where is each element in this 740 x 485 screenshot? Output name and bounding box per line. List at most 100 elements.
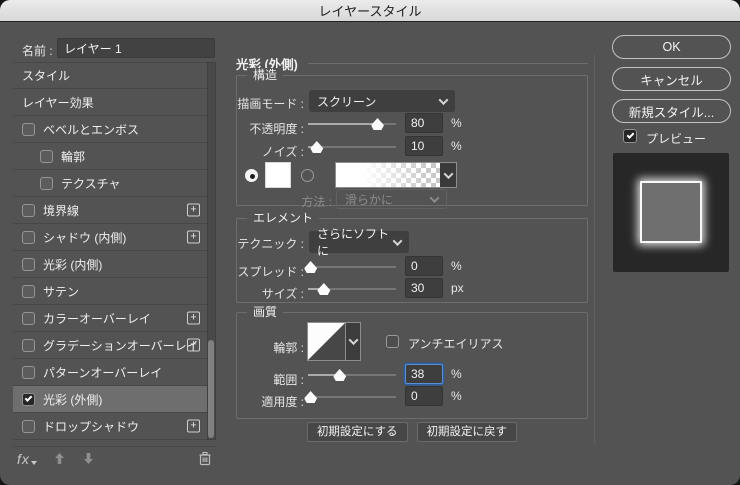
sidebar-item-3[interactable]: 輪郭 [13,143,207,170]
dialog-titlebar[interactable]: レイヤースタイル [0,0,740,22]
add-effect-instance-icon[interactable]: + [187,420,200,433]
range-slider[interactable] [308,368,396,382]
add-effect-instance-icon[interactable]: + [187,312,200,325]
size-slider[interactable] [308,282,396,296]
contour-dropdown-button[interactable] [346,322,361,361]
jitter-slider-track[interactable] [308,396,396,398]
contour-thumbnail[interactable] [307,322,346,361]
noise-slider[interactable] [308,140,396,154]
spread-slider-thumb[interactable] [304,261,317,273]
spread-slider-track[interactable] [308,266,396,268]
chevron-down-icon [348,335,358,345]
effect-checkbox[interactable] [22,339,35,352]
effect-checkbox[interactable] [22,420,35,433]
noise-slider-thumb[interactable] [310,141,323,153]
sidebar-item-12[interactable]: 光彩 (外側) [13,386,207,413]
sidebar-item-0[interactable]: スタイル [13,62,207,89]
effect-checkbox[interactable] [22,393,35,406]
effect-checkbox[interactable] [40,177,53,190]
delete-effect-button[interactable] [198,451,212,466]
opacity-input[interactable] [405,113,443,133]
effect-checkbox[interactable] [22,366,35,379]
sidebar-item-11[interactable]: パターンオーバーレイ [13,359,207,386]
reset-default-button[interactable]: 初期設定に戻す [417,422,518,442]
effects-list: スタイルレイヤー効果ベベルとエンボス輪郭テクスチャ境界線+ シャドウ (内側) + 光… [13,62,207,440]
preview-checkbox[interactable] [623,129,637,143]
trash-icon [198,451,212,466]
spread-input[interactable] [405,256,443,276]
size-unit: px [451,281,464,295]
new-style-button[interactable]: 新規スタイル... [612,99,731,123]
sidebar-item-8[interactable]: サテン [13,278,207,305]
layer-style-dialog: レイヤースタイル 名前 : スタイルレイヤー効果ベベルとエンボス輪郭テクスチャ境… [0,0,740,485]
sidebar-item-10[interactable]: グラデーションオーバーレイ+ [13,332,207,359]
quality-legend: 画質 [247,305,283,319]
effect-checkbox[interactable] [40,150,53,163]
fx-menu-button[interactable]: fx [17,451,30,467]
sidebar-item-4[interactable]: テクスチャ [13,170,207,197]
add-effect-instance-icon[interactable]: + [187,204,200,217]
effect-checkbox[interactable] [22,285,35,298]
jitter-slider[interactable] [308,390,396,404]
gradient-picker[interactable] [335,162,457,188]
sidebar-item-label: ベベルとエンボス [43,121,139,138]
add-effect-instance-icon[interactable]: + [187,339,200,352]
technique-select[interactable]: さらにソフトに [309,231,409,253]
panel-right-divider [594,54,595,444]
range-slider-thumb[interactable] [333,369,346,381]
size-input[interactable] [405,278,443,298]
arrow-up-icon [53,452,66,465]
move-effect-up-button[interactable] [53,452,66,465]
effect-checkbox[interactable] [22,204,35,217]
noise-unit: % [451,139,462,153]
spread-label: スプレッド : [237,263,304,280]
opacity-slider[interactable] [308,117,396,131]
chevron-down-icon [393,236,403,246]
sidebar-item-5[interactable]: 境界線+ [13,197,207,224]
make-default-button[interactable]: 初期設定にする [307,422,408,442]
gradient-dropdown-button[interactable] [440,163,456,187]
opacity-slider-thumb[interactable] [371,118,384,130]
color-radio[interactable] [245,169,258,182]
cancel-button[interactable]: キャンセル [612,67,731,91]
method-select: 滑らかに [336,189,447,209]
gradient-preview[interactable] [336,163,440,187]
antialias-label: アンチエイリアス [408,335,504,352]
dialog-content: 名前 : スタイルレイヤー効果ベベルとエンボス輪郭テクスチャ境界線+シャドウ (… [0,22,740,485]
sidebar-item-2[interactable]: ベベルとエンボス [13,116,207,143]
layer-name-input[interactable] [57,38,215,58]
noise-input[interactable] [405,136,443,156]
add-effect-instance-icon[interactable]: + [187,231,200,244]
jitter-slider-thumb[interactable] [304,391,317,403]
sidebar-item-13[interactable]: ドロップシャドウ+ [13,413,207,440]
spread-slider[interactable] [308,260,396,274]
blend-mode-value: スクリーン [317,93,376,110]
blend-mode-select[interactable]: スクリーン [309,90,455,112]
gradient-radio[interactable] [301,169,314,182]
contour-label: 輪郭 : [237,339,304,356]
glow-color-swatch[interactable] [265,162,291,188]
sidebar-scrollbar-thumb[interactable] [208,340,214,438]
size-slider-thumb[interactable] [317,283,330,295]
effect-checkbox[interactable] [22,123,35,136]
ok-button[interactable]: OK [612,35,731,59]
range-input[interactable] [405,364,443,384]
technique-label: テクニック : [237,235,304,252]
effect-checkbox[interactable] [22,231,35,244]
sidebar-item-label: スタイル [22,67,70,84]
sidebar-item-label: シャドウ (内側) [43,229,126,246]
jitter-label: 適用度 : [237,393,304,410]
sidebar-item-9[interactable]: カラーオーバーレイ+ [13,305,207,332]
antialias-checkbox[interactable] [386,335,399,348]
technique-value: さらにソフトに [317,225,394,259]
effect-checkbox[interactable] [22,312,35,325]
range-slider-track[interactable] [308,374,396,376]
jitter-input[interactable] [405,386,443,406]
sidebar-item-label: パターンオーバーレイ [43,364,162,381]
move-effect-down-button[interactable] [82,452,95,465]
effect-checkbox[interactable] [22,258,35,271]
sidebar-item-6[interactable]: シャドウ (内側) + [13,224,207,251]
sidebar-item-7[interactable]: 光彩 (内側) [13,251,207,278]
panel-title-row: 光彩 (外側) [236,54,588,73]
sidebar-item-1[interactable]: レイヤー効果 [13,89,207,116]
